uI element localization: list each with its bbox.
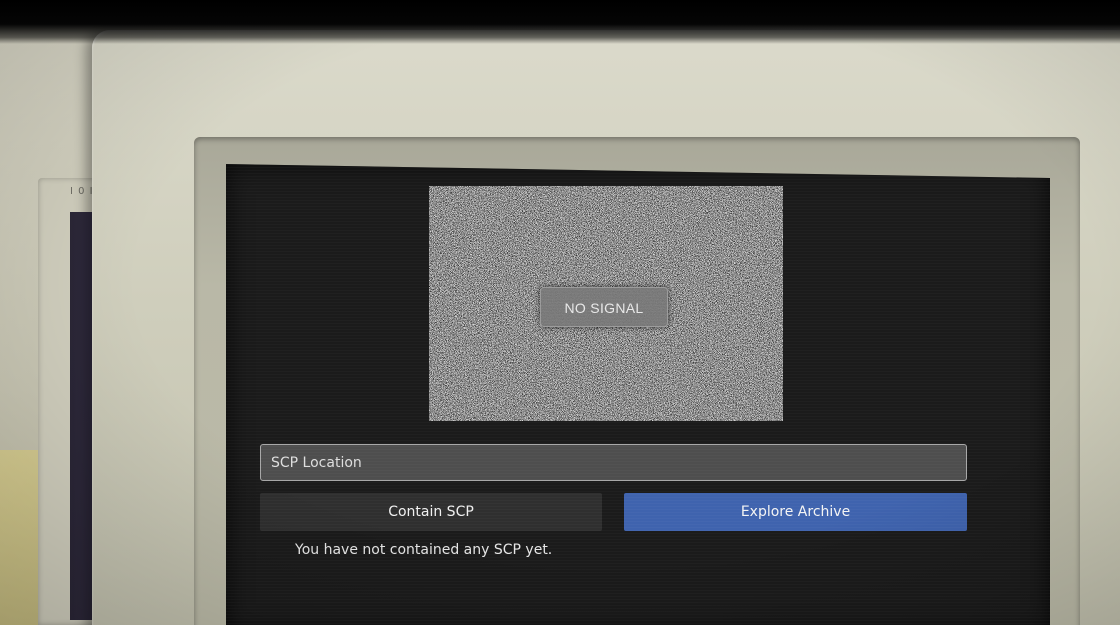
no-signal-badge: NO SIGNAL — [540, 287, 668, 327]
scp-location-input[interactable] — [260, 444, 967, 481]
video-feed: NO SIGNAL — [429, 186, 783, 421]
background-monitor-label: I 0 I — [70, 186, 94, 197]
status-message: You have not contained any SCP yet. — [295, 542, 553, 558]
crt-screen: NO SIGNAL Contain SCP Explore Archive Yo… — [226, 164, 1050, 625]
explore-archive-button[interactable]: Explore Archive — [624, 493, 967, 531]
scene: I 0 I NO SIGNAL Contain SCP Explore Arch… — [0, 0, 1120, 625]
top-black-bar — [0, 0, 1120, 44]
contain-scp-button[interactable]: Contain SCP — [260, 493, 602, 531]
